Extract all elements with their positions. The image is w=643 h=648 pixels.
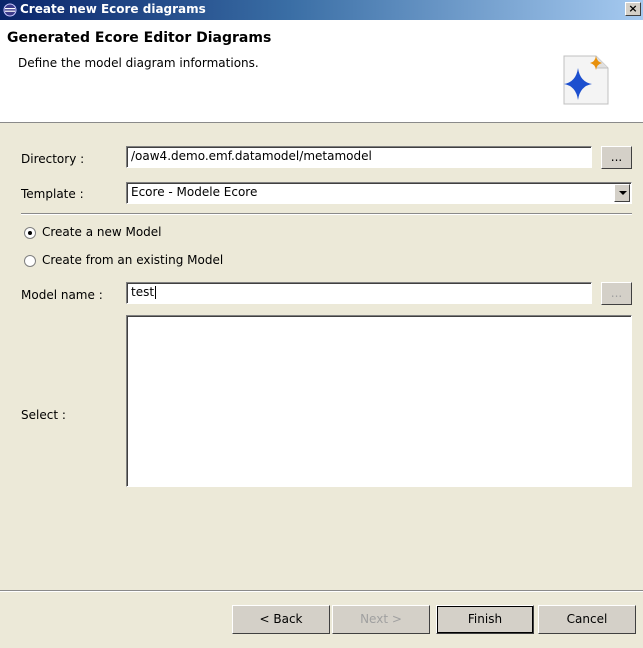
directory-label: Directory : [21,152,85,166]
template-selected-value: Ecore - Modele Ecore [131,185,258,199]
model-name-value: test [131,285,155,299]
directory-browse-button[interactable]: ... [601,146,632,169]
model-browse-button[interactable]: ... [601,282,632,305]
select-label: Select : [21,408,66,422]
cancel-button[interactable]: Cancel [538,605,636,634]
radio-create-new[interactable] [24,227,36,239]
close-button[interactable]: × [625,2,641,16]
wizard-header: Generated Ecore Editor Diagrams Define t… [0,20,643,123]
window-title: Create new Ecore diagrams [20,2,206,16]
model-name-label: Model name : [21,288,103,302]
chevron-down-icon[interactable] [614,184,630,202]
next-button[interactable]: Next > [332,605,430,634]
select-listbox[interactable] [126,315,632,487]
eclipse-icon [3,3,17,17]
template-label: Template : [21,187,84,201]
directory-field[interactable]: /oaw4.demo.emf.datamodel/metamodel [126,146,592,168]
finish-button[interactable]: Finish [436,605,534,634]
template-select[interactable]: Ecore - Modele Ecore [126,182,632,204]
radio-create-new-label[interactable]: Create a new Model [42,225,162,239]
page-description: Define the model diagram informations. [18,56,259,70]
model-name-field[interactable]: test [126,282,592,304]
text-caret [155,286,157,299]
diagram-wizard-icon [563,55,609,105]
title-bar: Create new Ecore diagrams × [0,0,643,20]
button-bar-separator [0,590,643,592]
radio-create-existing[interactable] [24,255,36,267]
separator [21,213,632,215]
radio-create-existing-label[interactable]: Create from an existing Model [42,253,223,267]
back-button[interactable]: < Back [232,605,330,634]
page-title: Generated Ecore Editor Diagrams [7,30,272,46]
